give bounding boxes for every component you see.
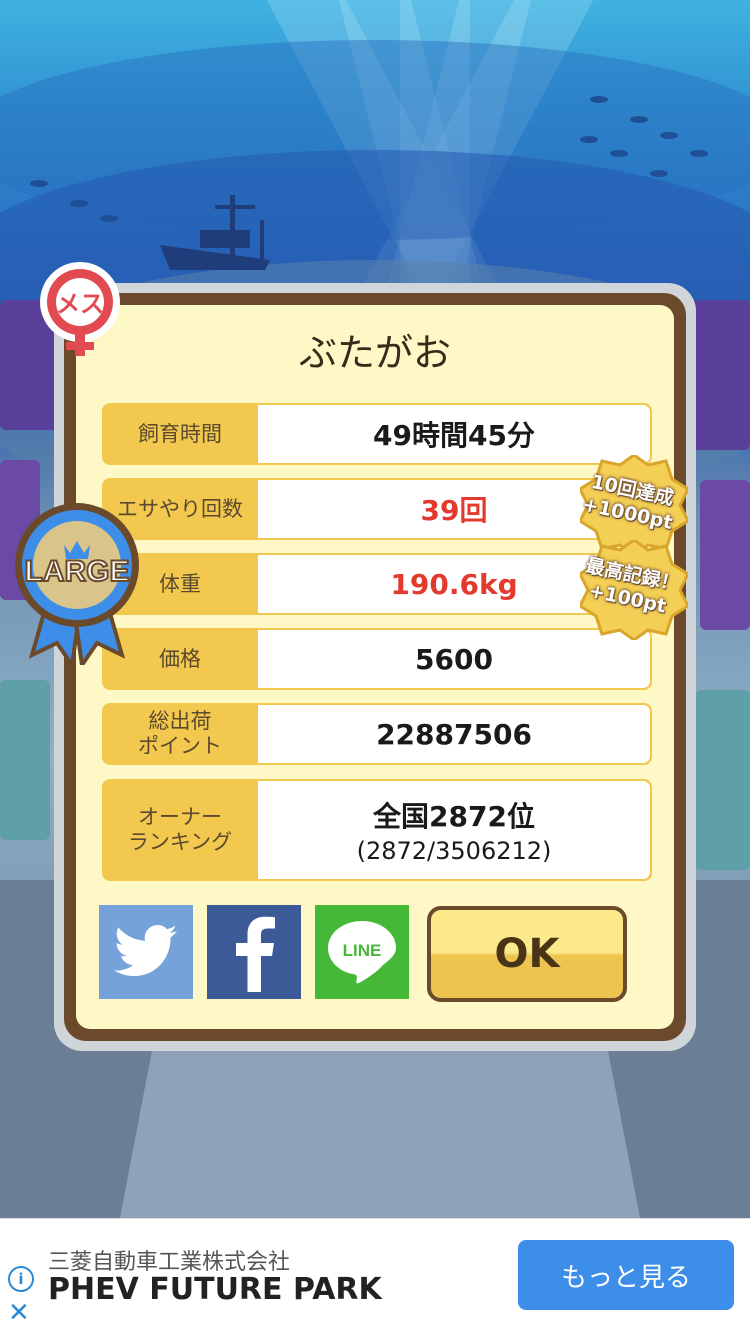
stat-value: 22887506 bbox=[258, 705, 650, 763]
stat-label: オーナー ランキング bbox=[127, 805, 233, 854]
ok-button[interactable]: OK bbox=[427, 906, 627, 1002]
facebook-f-icon bbox=[236, 916, 275, 992]
ad-more-button[interactable]: もっと見る bbox=[518, 1240, 734, 1310]
ad-info-icon[interactable]: i bbox=[8, 1266, 34, 1292]
ad-title[interactable]: PHEV FUTURE PARK bbox=[48, 1272, 382, 1307]
gender-label: メス bbox=[56, 290, 104, 318]
facebook-share-button[interactable] bbox=[207, 905, 301, 999]
shipwreck-icon bbox=[160, 195, 270, 270]
twitter-share-button[interactable] bbox=[99, 905, 193, 999]
ranking-value: 全国2872位 bbox=[373, 800, 535, 833]
line-label: LINE bbox=[343, 941, 382, 960]
stat-row-price: 価格 5600 bbox=[102, 628, 652, 690]
twitter-bird-icon bbox=[114, 925, 177, 976]
female-badge-icon: メス bbox=[40, 262, 120, 356]
stat-label: 飼育時間 bbox=[138, 421, 222, 446]
line-share-button[interactable]: LINE bbox=[315, 905, 409, 999]
size-ribbon-icon: LARGE bbox=[15, 503, 139, 665]
stat-value-group: 全国2872位 (2872/3506212) bbox=[258, 781, 650, 879]
stat-row-total-points: 総出荷 ポイント 22887506 bbox=[102, 703, 652, 765]
ad-close-icon[interactable]: ✕ bbox=[8, 1300, 30, 1326]
ranking-detail: (2872/3506212) bbox=[356, 837, 552, 865]
size-label: LARGE bbox=[25, 555, 130, 588]
pig-name-title: ぶたがお bbox=[298, 331, 451, 375]
stat-label: 総出荷 ポイント bbox=[138, 709, 222, 758]
line-logo-icon: LINE bbox=[328, 921, 396, 984]
stat-row-owner-ranking: オーナー ランキング 全国2872位 (2872/3506212) bbox=[102, 779, 652, 881]
stat-row-breeding-time: 飼育時間 49時間45分 bbox=[102, 403, 652, 465]
